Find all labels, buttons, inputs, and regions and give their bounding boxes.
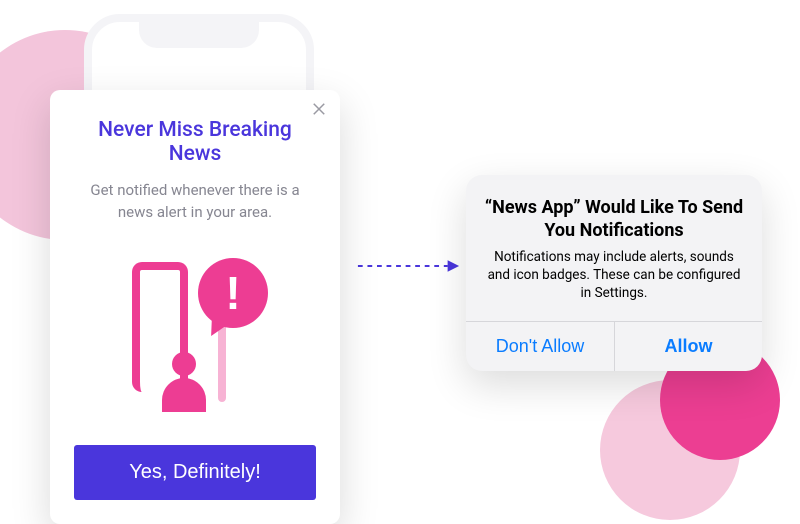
- soft-prompt-subtitle: Get notified whenever there is a news al…: [74, 180, 316, 224]
- notification-illustration: !: [110, 252, 280, 417]
- allow-button[interactable]: Allow: [614, 322, 762, 371]
- soft-prompt-card: Never Miss Breaking News Get notified wh…: [50, 90, 340, 524]
- person-head-icon: [172, 352, 196, 376]
- soft-prompt-title: Never Miss Breaking News: [74, 118, 316, 166]
- person-body-icon: [162, 378, 206, 412]
- exclamation-icon: !: [225, 270, 240, 316]
- alert-message: Notifications may include alerts, sounds…: [484, 248, 744, 303]
- close-icon: [310, 100, 328, 118]
- arrow-icon: [356, 258, 461, 274]
- alert-body: “News App” Would Like To Send You Notifi…: [466, 175, 762, 321]
- dont-allow-button[interactable]: Don't Allow: [466, 322, 614, 371]
- alert-title: “News App” Would Like To Send You Notifi…: [484, 197, 744, 242]
- alert-bubble-icon: !: [198, 258, 268, 328]
- alert-button-row: Don't Allow Allow: [466, 321, 762, 371]
- close-button[interactable]: [310, 100, 328, 118]
- accept-button[interactable]: Yes, Definitely!: [74, 445, 316, 500]
- ios-permission-alert: “News App” Would Like To Send You Notifi…: [466, 175, 762, 371]
- phone-notch: [139, 18, 259, 48]
